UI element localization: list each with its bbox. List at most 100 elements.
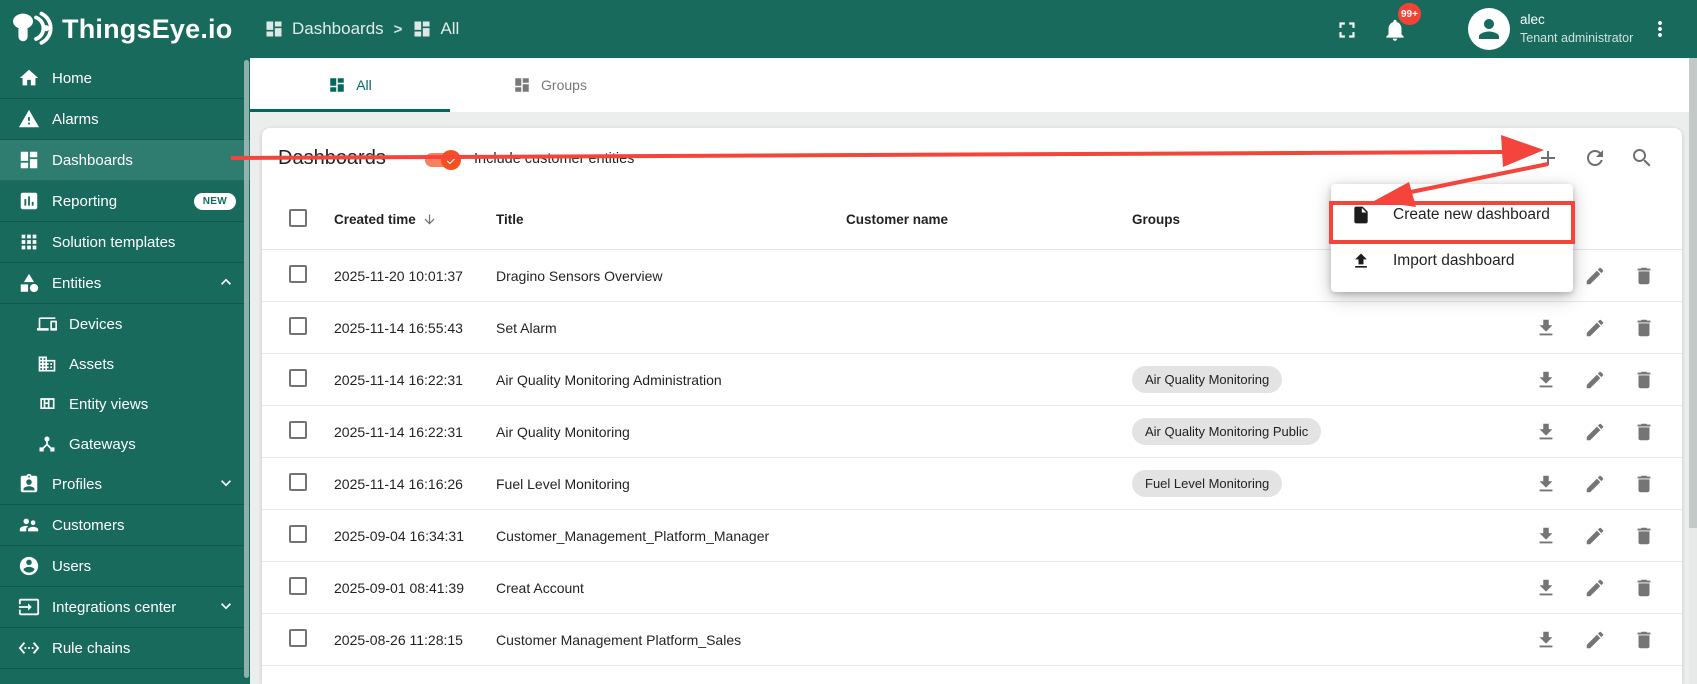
table-row[interactable]: 2025-11-14 16:22:31 Air Quality Monitorin… [262,354,1682,406]
notification-count-badge: 99+ [1398,3,1421,25]
sidebar-item-users[interactable]: Users [0,546,250,587]
sidebar-scrollbar[interactable] [244,60,249,678]
download-dashboard-button[interactable] [1535,317,1557,339]
download-dashboard-button[interactable] [1535,421,1557,443]
menu-item-label: Import dashboard [1393,252,1515,270]
download-dashboard-button[interactable] [1535,629,1557,651]
sidebar-item-reporting[interactable]: ReportingNEW [0,181,250,222]
breadcrumb-dashboards[interactable]: Dashboards [264,19,384,39]
delete-dashboard-button[interactable] [1633,317,1655,339]
users-icon [18,555,40,577]
row-checkbox[interactable] [289,525,307,543]
table-row[interactable]: 2025-11-14 16:55:43Set Alarm [262,302,1682,354]
user-avatar[interactable] [1468,8,1510,50]
sort-by-created-time[interactable]: Created time [334,212,437,227]
sidebar-item-label: Reporting [52,193,117,210]
table-row[interactable]: 2025-09-04 16:34:31Customer_Management_P… [262,510,1682,562]
toggle-label: Include customer entities [474,151,634,167]
edit-dashboard-button[interactable] [1584,473,1606,495]
dashboards-icon [412,19,432,39]
reporting-icon [18,190,40,212]
select-all-checkbox[interactable] [289,209,307,227]
include-customer-entities-toggle[interactable] [425,150,465,170]
menu-item-create-new-dashboard[interactable]: Create new dashboard [1331,192,1573,238]
sidebar-item-profiles[interactable]: Profiles [0,464,250,505]
sidebar-item-label: Profiles [52,476,102,493]
delete-dashboard-button[interactable] [1633,421,1655,443]
tab-groups-label: Groups [541,77,587,93]
edit-dashboard-button[interactable] [1584,317,1606,339]
cell-actions [1462,525,1682,547]
group-chip[interactable]: Air Quality Monitoring Public [1132,418,1321,445]
cell-actions [1462,629,1682,651]
sidebar-item-rule-chains[interactable]: Rule chains [0,628,250,669]
sidebar-item-devices[interactable]: Devices [0,304,250,344]
search-button[interactable] [1630,146,1654,170]
edit-dashboard-button[interactable] [1584,629,1606,651]
app-logo[interactable]: ThingsEye.io [0,9,250,49]
delete-dashboard-button[interactable] [1633,629,1655,651]
delete-dashboard-button[interactable] [1633,473,1655,495]
edit-dashboard-button[interactable] [1584,369,1606,391]
sidebar-item-dashboards[interactable]: Dashboards [0,140,250,181]
group-chip[interactable]: Fuel Level Monitoring [1132,470,1282,497]
group-chip[interactable]: Air Quality Monitoring [1132,366,1282,393]
devices-icon [37,314,57,334]
table-row[interactable]: 2025-09-01 08:41:39Creat Account [262,562,1682,614]
refresh-button[interactable] [1583,146,1607,170]
download-dashboard-button[interactable] [1535,473,1557,495]
table-row[interactable]: 2025-11-14 16:16:26Fuel Level Monitoring… [262,458,1682,510]
row-checkbox[interactable] [289,369,307,387]
chevron-down-icon [216,473,238,495]
table-row[interactable]: 2025-08-26 11:28:15Customer Management P… [262,614,1682,666]
row-checkbox[interactable] [289,265,307,283]
sidebar-item-solution-templates[interactable]: Solution templates [0,222,250,263]
tab-all-label: All [356,77,372,93]
edit-dashboard-button[interactable] [1584,525,1606,547]
column-header-created-time: Created time [334,212,416,227]
download-dashboard-button[interactable] [1535,369,1557,391]
download-dashboard-button[interactable] [1535,525,1557,547]
sidebar-item-alarms[interactable]: Alarms [0,99,250,140]
edit-dashboard-button[interactable] [1584,577,1606,599]
menu-item-import-dashboard[interactable]: Import dashboard [1331,238,1573,284]
user-meta[interactable]: alec Tenant administrator [1520,11,1633,47]
sidebar-item-integrations-center[interactable]: Integrations center [0,587,250,628]
cell-title: Customer_Management_Platform_Manager [496,528,846,544]
add-dashboard-button[interactable] [1536,146,1560,170]
row-checkbox[interactable] [289,577,307,595]
entity-views-icon [37,394,57,414]
delete-dashboard-button[interactable] [1633,577,1655,599]
page-scrollbar-thumb[interactable] [1689,58,1697,528]
header-more-menu-button[interactable] [1648,17,1672,41]
tab-groups[interactable]: Groups [450,58,650,112]
edit-dashboard-button[interactable] [1584,421,1606,443]
cell-title: Dragino Sensors Overview [496,268,846,284]
cell-title: Creat Account [496,580,846,596]
sidebar-item-entities[interactable]: Entities [0,263,250,304]
sidebar-item-gateways[interactable]: Gateways [0,424,250,464]
row-checkbox[interactable] [289,473,307,491]
row-checkbox[interactable] [289,317,307,335]
column-header-title: Title [496,212,846,227]
cell-created-time: 2025-11-14 16:22:31 [334,372,496,388]
row-checkbox[interactable] [289,629,307,647]
edit-dashboard-button[interactable] [1584,265,1606,287]
download-dashboard-button[interactable] [1535,577,1557,599]
page-scrollbar [1689,58,1697,684]
delete-dashboard-button[interactable] [1633,525,1655,547]
sidebar-item-customers[interactable]: Customers [0,505,250,546]
tab-all[interactable]: All [250,58,450,112]
sidebar-item-label: Gateways [69,436,136,453]
fullscreen-button[interactable] [1334,17,1360,43]
cell-created-time: 2025-11-14 16:22:31 [334,424,496,440]
sidebar-item-assets[interactable]: Assets [0,344,250,384]
delete-dashboard-button[interactable] [1633,369,1655,391]
breadcrumb-all[interactable]: All [412,19,459,39]
sidebar-item-entity-views[interactable]: Entity views [0,384,250,424]
sidebar-item-home[interactable]: Home [0,58,250,99]
row-checkbox[interactable] [289,421,307,439]
delete-dashboard-button[interactable] [1633,265,1655,287]
sidebar-item-label: Dashboards [52,152,133,169]
table-row[interactable]: 2025-11-14 16:22:31 Air Quality Monitorin… [262,406,1682,458]
